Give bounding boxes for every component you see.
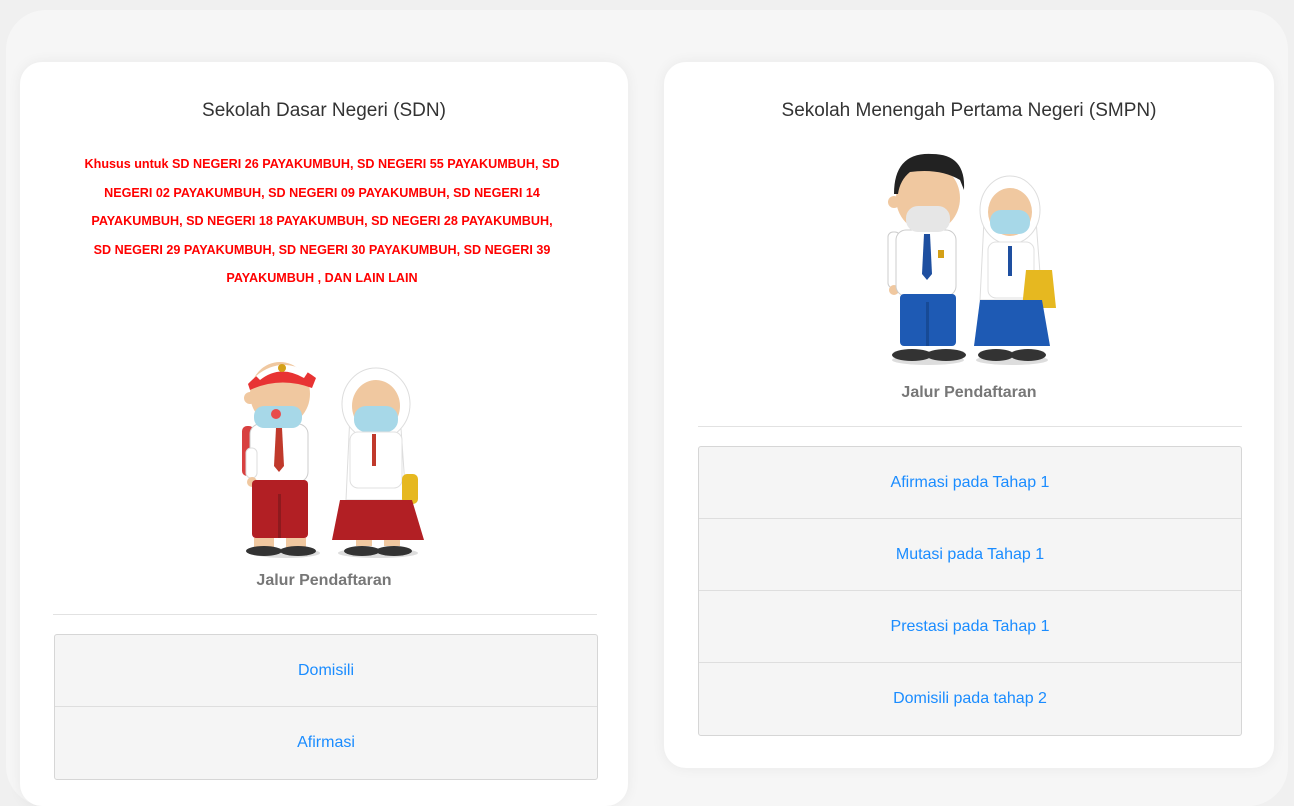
smpn-section-label: Jalur Pendaftaran [901,384,1037,401]
smpn-prestasi-tahap1-button[interactable]: Prestasi pada Tahap 1 [699,591,1241,663]
sdn-students-illustration [242,362,424,558]
sdn-card: Sekolah Dasar Negeri (SDN) Khusus untuk … [20,62,628,806]
sdn-section-label: Jalur Pendaftaran [256,572,392,589]
smpn-divider [698,426,1242,427]
sdn-registration-paths: Domisili Afirmasi [54,634,598,780]
smpn-mutasi-tahap1-button[interactable]: Mutasi pada Tahap 1 [699,519,1241,591]
sdn-school-notice: Khusus untuk SD NEGERI 26 PAYAKUMBUH, SD… [84,157,560,286]
sdn-divider [53,614,597,615]
smpn-card: Sekolah Menengah Pertama Negeri (SMPN) J… [664,62,1274,768]
smpn-card-title: Sekolah Menengah Pertama Negeri (SMPN) [781,100,1157,121]
smpn-registration-paths: Afirmasi pada Tahap 1 Mutasi pada Tahap … [698,446,1242,736]
smpn-afirmasi-tahap1-button[interactable]: Afirmasi pada Tahap 1 [699,447,1241,519]
sdn-afirmasi-button[interactable]: Afirmasi [55,707,597,779]
sdn-card-title: Sekolah Dasar Negeri (SDN) [202,100,446,121]
sdn-domisili-button[interactable]: Domisili [55,635,597,707]
smpn-students-illustration [887,153,1056,365]
smpn-domisili-tahap2-button[interactable]: Domisili pada tahap 2 [699,663,1241,735]
